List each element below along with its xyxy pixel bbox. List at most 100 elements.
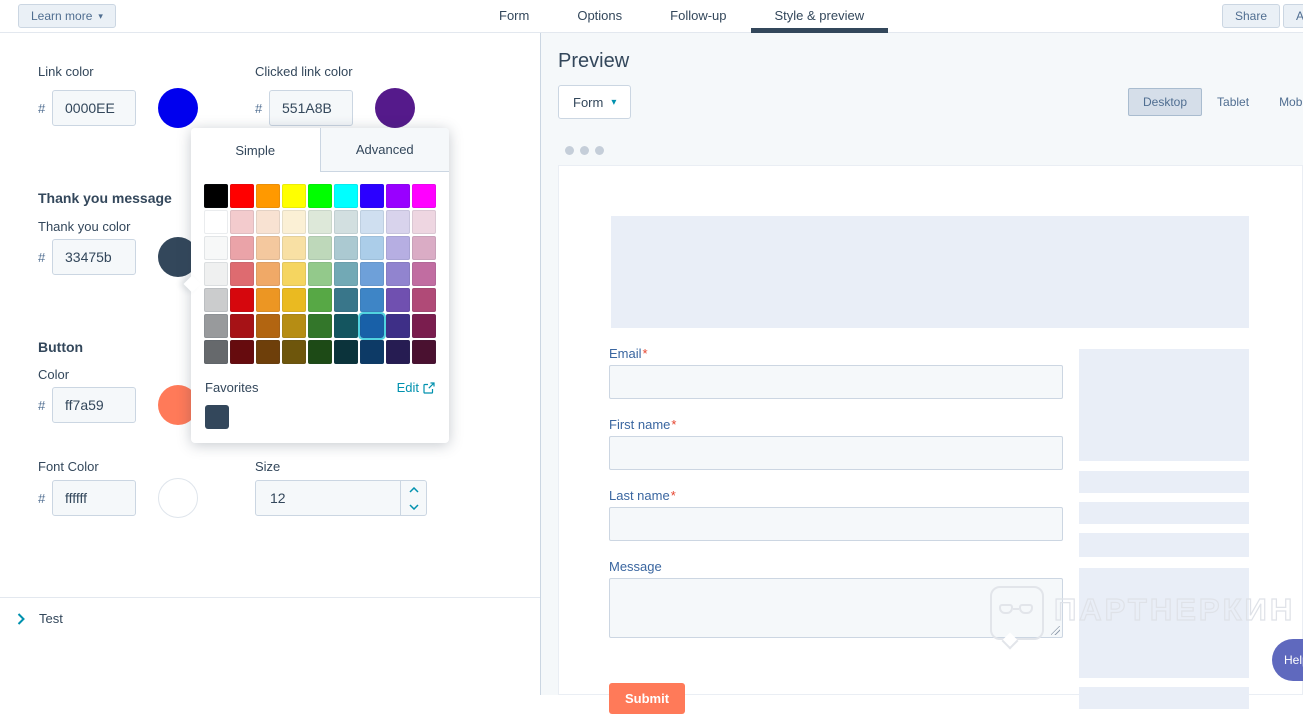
color-swatch[interactable]: [412, 340, 436, 364]
top-bar: Learn more ▾ Form Options Follow-up Style &…: [0, 0, 1303, 33]
color-swatch[interactable]: [360, 236, 384, 260]
clicked-link-color-input[interactable]: [269, 90, 353, 126]
color-swatch[interactable]: [308, 210, 332, 234]
color-swatch[interactable]: [204, 236, 228, 260]
tab-style-preview[interactable]: Style & preview: [750, 0, 889, 33]
color-swatch[interactable]: [334, 314, 358, 338]
color-swatch[interactable]: [204, 314, 228, 338]
color-swatch[interactable]: [308, 288, 332, 312]
viewport-button-tablet[interactable]: Tablet: [1202, 88, 1264, 116]
color-swatch[interactable]: [386, 184, 410, 208]
color-swatch[interactable]: [334, 236, 358, 260]
color-swatch[interactable]: [412, 236, 436, 260]
color-swatch[interactable]: [308, 314, 332, 338]
first-name-input[interactable]: [609, 436, 1063, 470]
color-swatch[interactable]: [256, 340, 280, 364]
message-textarea[interactable]: [609, 578, 1063, 638]
color-swatch[interactable]: [204, 184, 228, 208]
color-swatch[interactable]: [282, 288, 306, 312]
color-swatch[interactable]: [230, 314, 254, 338]
color-swatch[interactable]: [358, 312, 386, 340]
color-swatch[interactable]: [360, 288, 384, 312]
color-swatch[interactable]: [204, 340, 228, 364]
color-swatch[interactable]: [412, 288, 436, 312]
submit-button[interactable]: Submit: [609, 683, 685, 714]
color-swatch[interactable]: [334, 340, 358, 364]
color-swatch[interactable]: [334, 184, 358, 208]
color-swatch[interactable]: [230, 340, 254, 364]
link-color-input[interactable]: [52, 90, 136, 126]
color-swatch[interactable]: [230, 236, 254, 260]
test-section-toggle[interactable]: Test: [17, 611, 63, 626]
color-swatch[interactable]: [360, 210, 384, 234]
color-swatch[interactable]: [334, 262, 358, 286]
color-swatch[interactable]: [256, 314, 280, 338]
field-label: Last name*: [609, 488, 676, 503]
color-swatch[interactable]: [386, 210, 410, 234]
share-button[interactable]: Share: [1222, 4, 1281, 28]
thank-you-color-input[interactable]: [52, 239, 136, 275]
resize-handle-icon[interactable]: [1051, 626, 1060, 635]
stepper-down-button[interactable]: [401, 498, 426, 515]
font-color-swatch[interactable]: [158, 478, 198, 518]
actions-button[interactable]: Ac: [1283, 4, 1303, 28]
color-swatch[interactable]: [308, 236, 332, 260]
learn-more-button[interactable]: Learn more ▾: [18, 4, 116, 28]
font-size-input[interactable]: [256, 481, 400, 515]
color-swatch[interactable]: [360, 262, 384, 286]
color-swatch[interactable]: [282, 262, 306, 286]
edit-label: Edit: [396, 380, 419, 395]
viewport-button-mobile[interactable]: Mobile: [1264, 88, 1303, 116]
color-swatch[interactable]: [230, 262, 254, 286]
link-color-swatch[interactable]: [158, 88, 198, 128]
color-swatch[interactable]: [256, 184, 280, 208]
color-swatch[interactable]: [256, 262, 280, 286]
picker-tab-simple[interactable]: Simple: [191, 128, 320, 172]
color-swatch[interactable]: [308, 340, 332, 364]
color-swatch[interactable]: [282, 184, 306, 208]
color-swatch[interactable]: [204, 210, 228, 234]
favorite-swatch[interactable]: [205, 405, 229, 429]
button-color-input[interactable]: [52, 387, 136, 423]
tab-form[interactable]: Form: [475, 0, 553, 33]
color-swatch[interactable]: [308, 262, 332, 286]
picker-tab-advanced[interactable]: Advanced: [319, 128, 449, 172]
color-swatch[interactable]: [412, 262, 436, 286]
viewport-button-desktop[interactable]: Desktop: [1128, 88, 1203, 116]
color-swatch[interactable]: [204, 288, 228, 312]
color-swatch[interactable]: [282, 314, 306, 338]
color-swatch[interactable]: [282, 210, 306, 234]
color-swatch[interactable]: [230, 184, 254, 208]
tab-options[interactable]: Options: [553, 0, 646, 33]
color-swatch[interactable]: [256, 210, 280, 234]
color-swatch[interactable]: [282, 236, 306, 260]
preview-form-dropdown[interactable]: Form ▾: [558, 85, 632, 119]
color-swatch[interactable]: [386, 288, 410, 312]
color-swatch[interactable]: [412, 210, 436, 234]
color-swatch[interactable]: [386, 314, 410, 338]
color-swatch[interactable]: [386, 340, 410, 364]
font-color-input[interactable]: [52, 480, 136, 516]
color-swatch[interactable]: [230, 288, 254, 312]
clicked-link-color-swatch[interactable]: [375, 88, 415, 128]
color-swatch[interactable]: [360, 340, 384, 364]
email-input[interactable]: [609, 365, 1063, 399]
color-swatch[interactable]: [230, 210, 254, 234]
color-swatch[interactable]: [256, 288, 280, 312]
color-swatch[interactable]: [412, 314, 436, 338]
stepper-up-button[interactable]: [401, 481, 426, 498]
color-swatch[interactable]: [204, 262, 228, 286]
color-swatch[interactable]: [412, 184, 436, 208]
color-swatch[interactable]: [334, 210, 358, 234]
color-swatch[interactable]: [386, 236, 410, 260]
color-swatch[interactable]: [334, 288, 358, 312]
color-swatch[interactable]: [256, 236, 280, 260]
favorites-header: Favorites Edit: [191, 364, 449, 405]
edit-favorites-link[interactable]: Edit: [397, 380, 435, 395]
tab-follow-up[interactable]: Follow-up: [646, 0, 750, 33]
last-name-input[interactable]: [609, 507, 1063, 541]
color-swatch[interactable]: [282, 340, 306, 364]
color-swatch[interactable]: [386, 262, 410, 286]
color-swatch[interactable]: [360, 184, 384, 208]
color-swatch[interactable]: [308, 184, 332, 208]
